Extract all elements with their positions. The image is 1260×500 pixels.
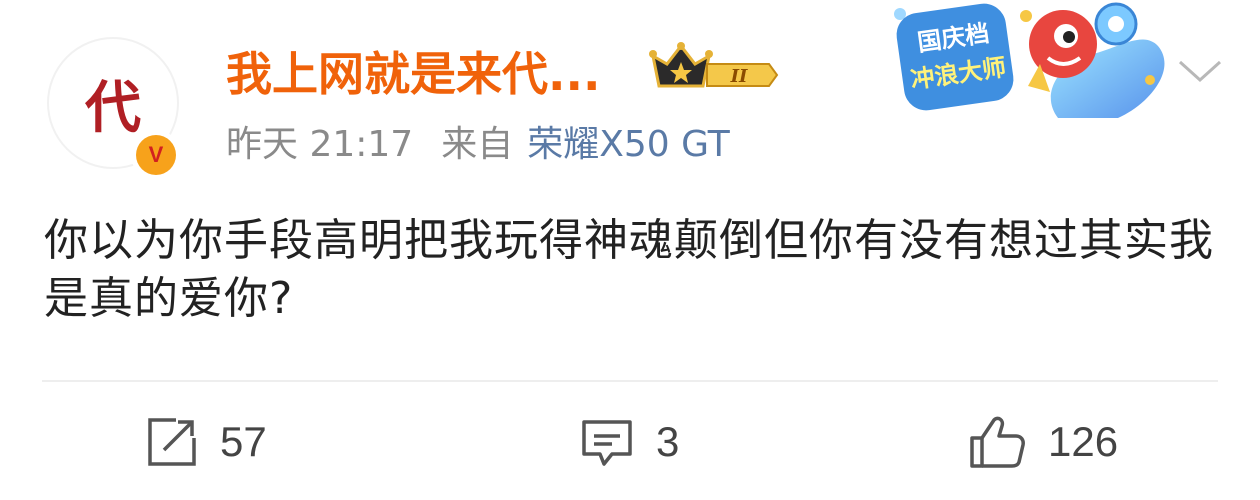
- like-button[interactable]: 126: [968, 412, 1118, 472]
- repost-icon: [148, 418, 196, 466]
- source-label: 来自: [441, 124, 514, 165]
- comment-button[interactable]: 3: [580, 412, 679, 472]
- level-badge-text: II: [730, 66, 748, 87]
- thumbs-up-icon: [970, 416, 1025, 468]
- verified-badge-icon: V: [131, 130, 181, 180]
- post-time: 昨天 21:17: [226, 124, 414, 165]
- repost-count: 57: [220, 418, 267, 465]
- comment-count: 3: [656, 418, 680, 465]
- author-name[interactable]: 我上网就是来代...: [226, 44, 600, 104]
- comment-icon: [582, 420, 632, 466]
- verified-badge-label: V: [136, 135, 176, 175]
- divider: [42, 380, 1218, 382]
- holiday-sticker[interactable]: 国庆档 冲浪大师: [888, 0, 1178, 128]
- chevron-down-icon[interactable]: [1176, 56, 1224, 86]
- crown-level-badge-icon[interactable]: II: [647, 42, 781, 94]
- post-content: 你以为你手段高明把我玩得神魂颠倒但你有没有想过其实我是真的爱你?: [44, 215, 1214, 324]
- device-link[interactable]: 荣耀X50 GT: [527, 124, 730, 165]
- repost-button[interactable]: 57: [146, 412, 267, 472]
- like-count: 126: [1048, 418, 1119, 465]
- post-meta: 昨天 21:17 来自 荣耀X50 GT: [226, 122, 730, 168]
- avatar-text: 代: [85, 74, 141, 141]
